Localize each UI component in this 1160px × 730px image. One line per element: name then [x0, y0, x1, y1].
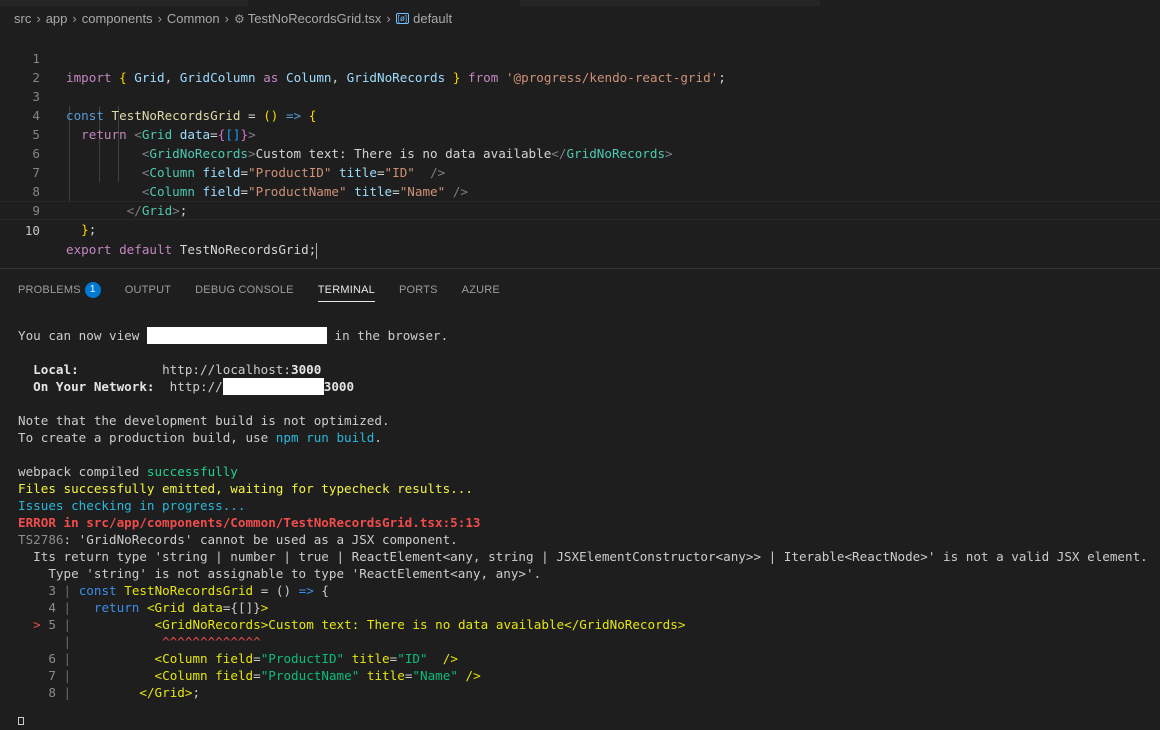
breadcrumb-item-common[interactable]: Common [167, 11, 220, 26]
gear-icon: ⚙ [234, 11, 245, 26]
code-line: 1 import { Grid, GridColumn as Column, G… [0, 30, 1160, 85]
tab-strip [520, 0, 820, 6]
code-editor[interactable]: 1 import { Grid, GridColumn as Column, G… [0, 30, 1160, 268]
code-line: 3 const TestNoRecordsGrid = () => { [0, 68, 1160, 123]
terminal-line: Its return type 'string | number | true … [18, 549, 1148, 564]
tab-azure[interactable]: AZURE [462, 279, 500, 301]
code-line: 6 <Column field="ProductID" title="ID" /… [0, 125, 1160, 180]
breadcrumb-item-components[interactable]: components [82, 11, 153, 26]
tab-ports[interactable]: PORTS [399, 279, 438, 301]
tab-label: AZURE [461, 284, 500, 296]
tab-label: PORTS [398, 284, 438, 296]
code-line-current: 10 export default TestNoRecordsGrid; [0, 201, 1160, 259]
terminal-line: TS2786: 'GridNoRecords' cannot be used a… [18, 532, 458, 547]
terminal-code-line: > 5 | <GridNoRecords>Custom text: There … [33, 617, 686, 632]
terminal-line: You can now view in the browser. [18, 327, 449, 344]
text-cursor [316, 242, 318, 259]
breadcrumb-item-src[interactable]: src [14, 11, 31, 26]
tab-strip [0, 0, 248, 6]
tab-label: TERMINAL [317, 284, 375, 296]
terminal-line: On Your Network: http://3000 [33, 378, 355, 395]
breadcrumb-item-app[interactable]: app [46, 11, 68, 26]
chevron-right-icon: › [72, 11, 77, 26]
tab-terminal[interactable]: TERMINAL [317, 279, 376, 302]
code-line: 5 <GridNoRecords>Custom text: There is n… [0, 106, 1160, 161]
terminal-code-line: | ^^^^^^^^^^^^^ [63, 634, 261, 649]
breadcrumb: src › app › components › Common › ⚙ Test… [0, 0, 1160, 34]
chevron-right-icon: › [36, 11, 41, 26]
terminal-code-line: 3 | const TestNoRecordsGrid = () => { [48, 583, 329, 598]
chevron-right-icon: › [386, 11, 391, 26]
tab-label: DEBUG CONSOLE [195, 284, 294, 296]
tab-output[interactable]: OUTPUT [125, 279, 171, 301]
code-line: 9 }; [0, 182, 1160, 237]
terminal-line: Files successfully emitted, waiting for … [18, 481, 473, 496]
code-line: 2 [0, 49, 1160, 85]
code-line: 7 <Column field="ProductName" title="Nam… [0, 144, 1160, 199]
redacted-block [222, 378, 324, 395]
code-line: 4 return <Grid data={[]}> [0, 87, 1160, 142]
terminal-line: Note that the development build is not o… [18, 413, 390, 428]
terminal-code-line: 4 | return <Grid data={[]}> [48, 600, 269, 615]
problems-count-badge: 1 [84, 282, 101, 298]
terminal-line: Type 'string' is not assignable to type … [18, 566, 542, 581]
breadcrumb-item-symbol[interactable]: default [413, 11, 452, 26]
line-number: 10 [24, 223, 40, 238]
terminal-line: To create a production build, use npm ru… [18, 430, 382, 445]
terminal-line: webpack compiled successfully [18, 464, 238, 479]
terminal-code-line: 8 | </Grid>; [48, 685, 201, 700]
redacted-block [146, 327, 327, 344]
terminal-line: Issues checking in progress... [18, 498, 246, 513]
symbol-variable-icon: [ø] [395, 13, 410, 24]
chevron-right-icon: › [157, 11, 162, 26]
tab-problems[interactable]: PROBLEMS 1 [18, 279, 101, 301]
chevron-right-icon: › [224, 11, 229, 26]
terminal-cursor [18, 717, 24, 725]
breadcrumb-item-file[interactable]: TestNoRecordsGrid.tsx [248, 11, 382, 26]
terminal-line: Local: http://localhost:3000 [33, 362, 322, 377]
tab-label: PROBLEMS [18, 284, 81, 296]
terminal-code-line: 6 | <Column field="ProductID" title="ID"… [48, 651, 458, 666]
code-line: 8 </Grid>; [0, 163, 1160, 218]
tab-label: OUTPUT [124, 284, 172, 296]
terminal-line: ERROR in src/app/components/Common/TestN… [18, 515, 481, 530]
terminal-code-line: 7 | <Column field="ProductName" title="N… [48, 668, 481, 683]
tab-debug-console[interactable]: DEBUG CONSOLE [195, 279, 294, 301]
